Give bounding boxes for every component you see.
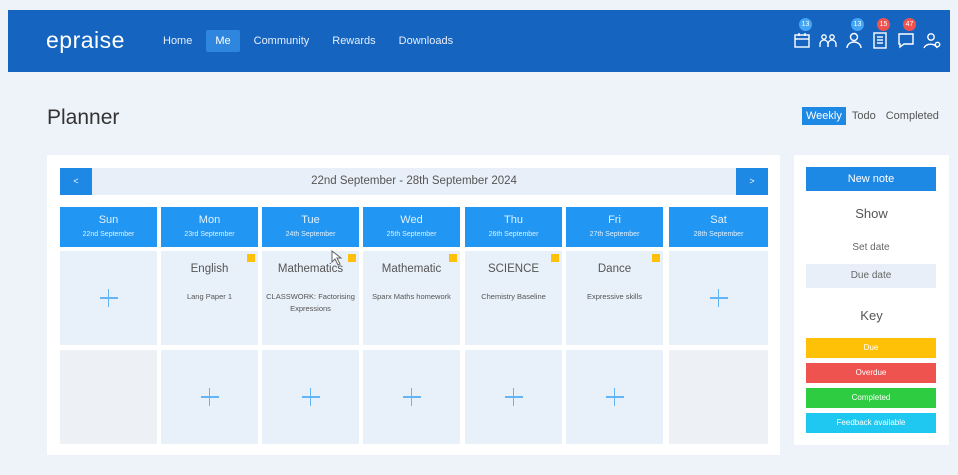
task-card-wed[interactable]: Mathematic Sparx Maths homework (363, 251, 460, 345)
key-heading: Key (860, 308, 883, 323)
add-task-cell-tue[interactable] (262, 350, 359, 444)
account-icon[interactable] (920, 24, 944, 49)
week-range-label: 22nd September - 28th September 2024 (311, 175, 517, 187)
plus-icon (504, 388, 523, 406)
add-task-cell-thu[interactable] (465, 350, 562, 444)
task-card-tue[interactable]: Mathematics CLASSWORK: Factorising Expre… (262, 251, 359, 345)
main-nav: Home Me Community Rewards Downloads (154, 30, 467, 52)
task-description: Sparx Maths homework (372, 292, 451, 301)
nav-rewards[interactable]: Rewards (323, 30, 384, 52)
plus-icon (605, 388, 624, 406)
due-date-option[interactable]: Due date (806, 264, 936, 288)
task-card-thu[interactable]: SCIENCE Chemistry Baseline (465, 251, 562, 345)
logo[interactable]: epraise (46, 27, 125, 54)
plus-icon (200, 388, 219, 406)
empty-cell-sat (669, 350, 768, 444)
day-date: 27th September (589, 231, 640, 238)
add-task-cell-mon[interactable] (161, 350, 258, 444)
day-header-sat: Sat 28th September (669, 207, 768, 247)
task-subject: Dance (597, 263, 632, 275)
day-header-mon: Mon 23rd September (161, 207, 258, 247)
task-description: Expressive skills (586, 292, 642, 301)
day-date: 22nd September (82, 231, 135, 238)
task-description: CLASSWORK: Factorising Expressions (266, 292, 355, 313)
day-name: Wed (400, 214, 423, 226)
due-marker (247, 254, 255, 262)
due-marker (652, 254, 660, 262)
add-task-cell-fri[interactable] (566, 350, 663, 444)
day-header-wed: Wed 25th September (363, 207, 460, 247)
plus-icon (402, 388, 421, 406)
set-date-option[interactable]: Set date (806, 236, 936, 260)
task-card-fri[interactable]: Dance Expressive skills (566, 251, 663, 345)
messages-badge: 47 (903, 18, 916, 31)
task-card-mon[interactable]: English Lang Paper 1 (161, 251, 258, 345)
add-task-cell-sun[interactable] (60, 251, 157, 345)
group-icon[interactable] (816, 24, 840, 48)
key-completed: Completed (806, 388, 936, 408)
day-date: 26th September (488, 231, 539, 238)
day-date: 24th September (285, 231, 336, 238)
day-name: Sat (710, 214, 727, 226)
key-feedback-available: Feedback available (806, 413, 936, 433)
empty-cell-sun (60, 350, 157, 444)
nav-home[interactable]: Home (154, 30, 201, 52)
task-description: Chemistry Baseline (481, 292, 546, 301)
calendar-icon[interactable]: 13 (790, 18, 814, 48)
next-week-button[interactable]: > (736, 168, 768, 195)
day-header-tue: Tue 24th September (262, 207, 359, 247)
tab-todo[interactable]: Todo (848, 107, 880, 125)
key-due: Due (806, 338, 936, 358)
plus-icon (99, 289, 118, 307)
day-name: Fri (608, 214, 621, 226)
day-name: Thu (504, 214, 523, 226)
show-heading: Show (855, 206, 888, 221)
week-navigator: < 22nd September - 28th September 2024 > (60, 168, 768, 195)
side-panel: New note Show Set date Due date Key Due … (794, 155, 949, 445)
nav-downloads[interactable]: Downloads (390, 30, 462, 52)
user-badge: 13 (851, 18, 864, 31)
key-overdue: Overdue (806, 363, 936, 383)
planner-card: < 22nd September - 28th September 2024 >… (47, 155, 780, 455)
day-name: Sun (98, 214, 119, 226)
add-task-cell-wed[interactable] (363, 350, 460, 444)
calendar-badge: 13 (799, 18, 812, 31)
task-subject: Mathematics (277, 263, 344, 275)
task-description: Lang Paper 1 (186, 292, 233, 301)
day-date: 28th September (693, 231, 744, 238)
view-tabs: Weekly Todo Completed (802, 107, 945, 125)
day-date: 23rd September (184, 231, 235, 238)
nav-community[interactable]: Community (245, 30, 319, 52)
page-title: Planner (47, 106, 120, 129)
due-marker (449, 254, 457, 262)
day-name: Tue (301, 214, 320, 226)
day-header-sun: Sun 22nd September (60, 207, 157, 247)
messages-icon[interactable]: 47 (894, 18, 918, 49)
due-marker (551, 254, 559, 262)
due-marker (348, 254, 356, 262)
add-task-cell-sat[interactable] (669, 251, 768, 345)
plus-icon (709, 289, 728, 307)
task-subject: Mathematic (381, 263, 442, 275)
day-header-thu: Thu 26th September (465, 207, 562, 247)
tab-weekly[interactable]: Weekly (802, 107, 846, 125)
day-date: 25th September (386, 231, 437, 238)
header-icons: 13 13 15 47 (788, 18, 944, 49)
new-note-button[interactable]: New note (806, 167, 936, 191)
task-subject: English (190, 263, 229, 275)
day-header-fri: Fri 27th September (566, 207, 663, 247)
tab-completed[interactable]: Completed (882, 107, 943, 125)
planner-badge: 15 (877, 18, 890, 31)
top-bar: epraise Home Me Community Rewards Downlo… (8, 10, 950, 72)
nav-me[interactable]: Me (206, 30, 240, 52)
mouse-cursor-icon (331, 250, 343, 266)
user-icon[interactable]: 13 (842, 18, 866, 49)
planner-icon[interactable]: 15 (868, 18, 892, 49)
day-name: Mon (198, 214, 221, 226)
plus-icon (301, 388, 320, 406)
task-subject: SCIENCE (487, 263, 540, 275)
